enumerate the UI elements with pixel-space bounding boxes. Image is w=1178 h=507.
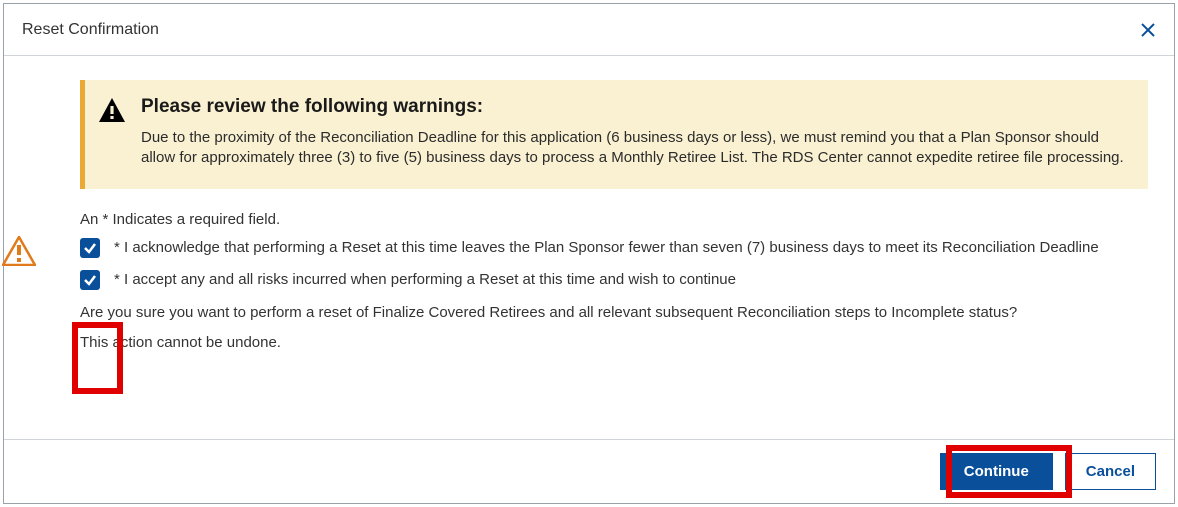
warning-heading: Please review the following warnings: (141, 96, 1130, 118)
checkbox-row: * I accept any and all risks incurred wh… (80, 270, 1148, 290)
warning-triangle-icon (99, 98, 125, 169)
reset-confirmation-dialog: Reset Confirmation Please review the fol (3, 3, 1175, 504)
checkbox-row: * I acknowledge that performing a Reset … (80, 238, 1148, 258)
required-field-note: An * Indicates a required field. (80, 211, 1148, 228)
acknowledge-checkbox[interactable] (80, 238, 100, 258)
accept-risk-checkbox[interactable] (80, 270, 100, 290)
checkbox-label: * I accept any and all risks incurred wh… (114, 271, 736, 288)
dialog-body: Please review the following warnings: Du… (4, 56, 1174, 439)
cannot-undo-note: This action cannot be undone. (80, 334, 1148, 351)
warning-banner: Please review the following warnings: Du… (80, 80, 1148, 189)
warning-body: Due to the proximity of the Reconciliati… (141, 128, 1130, 169)
dialog-header: Reset Confirmation (4, 4, 1174, 56)
annotation-highlight-box (72, 322, 123, 394)
close-icon[interactable] (1140, 22, 1156, 38)
checkbox-label: * I acknowledge that performing a Reset … (114, 239, 1099, 256)
callout-triangle-icon (2, 236, 36, 271)
dialog-footer: Continue Cancel (4, 439, 1174, 503)
cancel-button[interactable]: Cancel (1065, 453, 1156, 490)
confirm-question: Are you sure you want to perform a reset… (80, 302, 1148, 325)
continue-button[interactable]: Continue (940, 453, 1053, 490)
dialog-title: Reset Confirmation (22, 21, 159, 39)
